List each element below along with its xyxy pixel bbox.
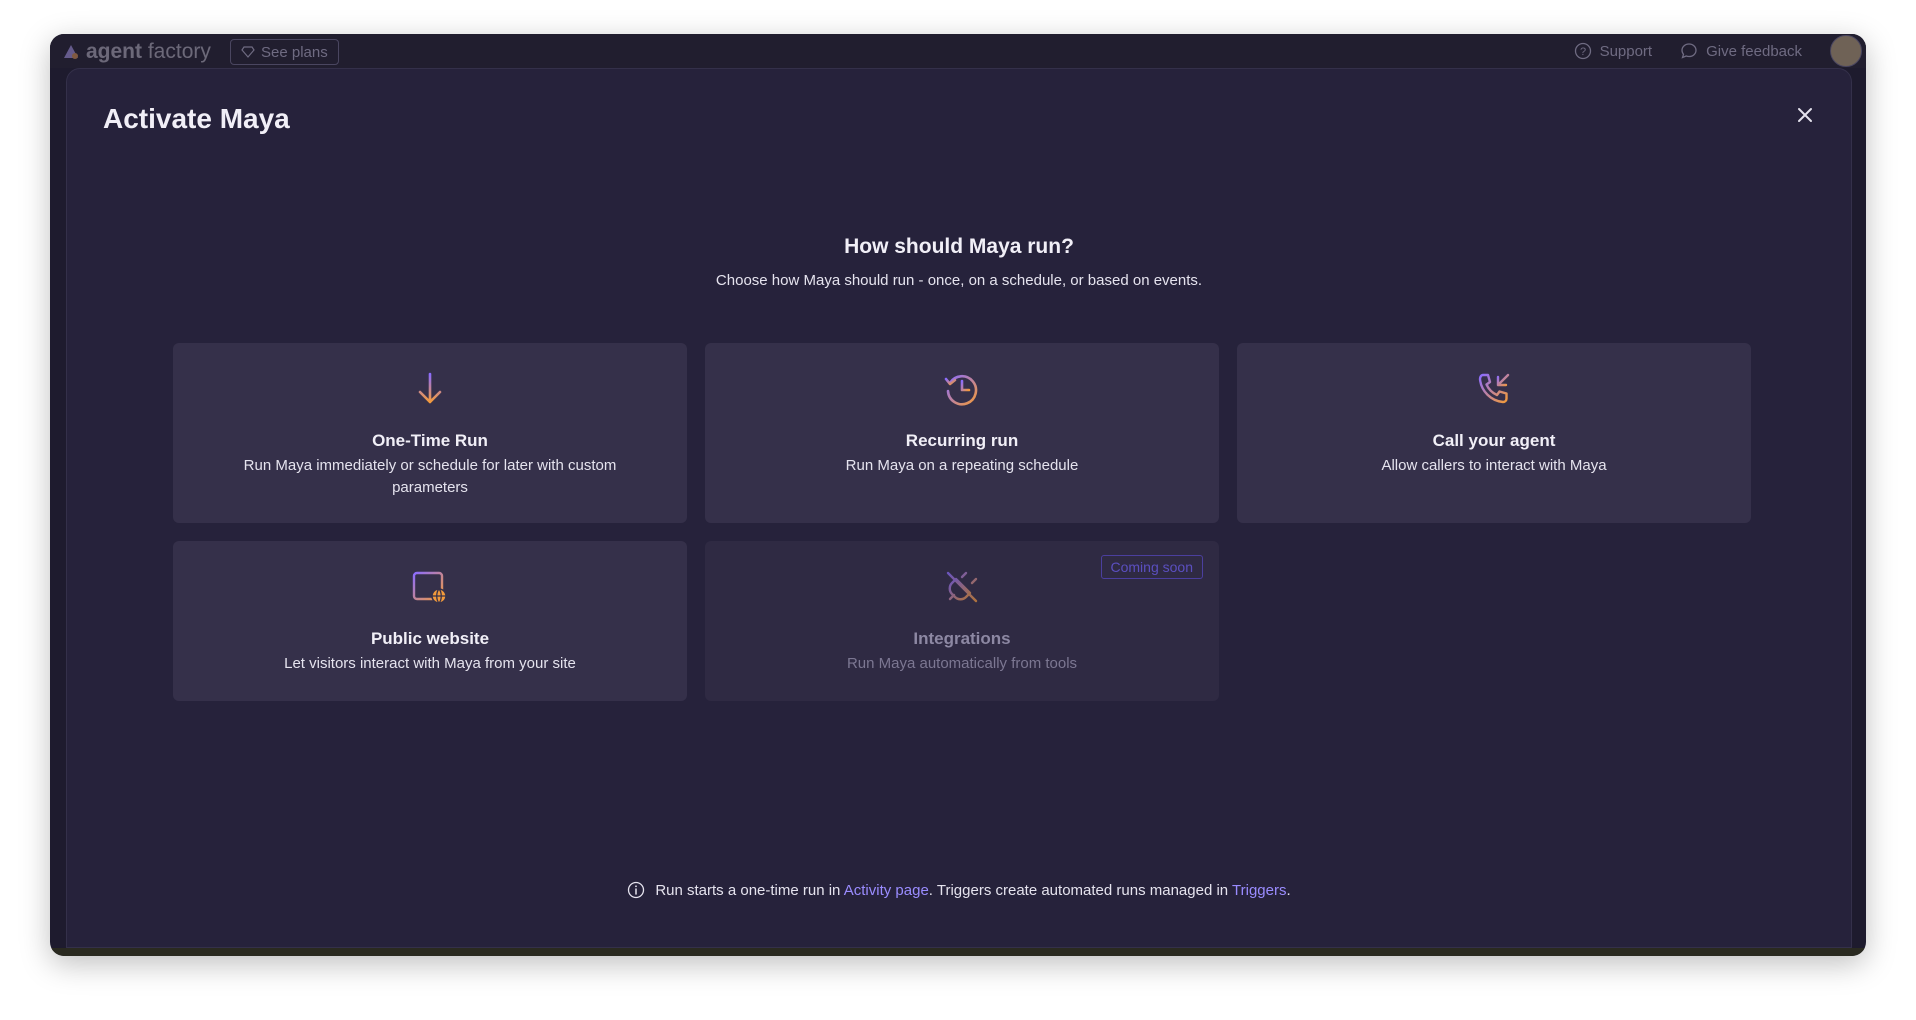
- footer-text: Run starts a one-time run in Activity pa…: [655, 882, 1290, 899]
- triggers-link[interactable]: Triggers: [1232, 882, 1286, 899]
- give-feedback-label: Give feedback: [1706, 42, 1802, 60]
- svg-text:?: ?: [1580, 46, 1586, 58]
- card-description: Run Maya on a repeating schedule: [845, 457, 1079, 474]
- activity-page-link[interactable]: Activity page: [844, 882, 929, 899]
- info-icon: [628, 881, 645, 899]
- logo-icon: [64, 45, 78, 59]
- phone-incoming-icon: [1478, 373, 1510, 404]
- card-description: Run Maya automatically from tools: [846, 655, 1078, 672]
- plug-off-icon: [946, 571, 978, 603]
- background-strip: [50, 948, 1866, 956]
- arrow-down-icon: [418, 372, 442, 404]
- diamond-icon: [241, 46, 255, 58]
- activate-modal: Activate Maya How should Maya run? Choos…: [66, 68, 1852, 948]
- card-description: Let visitors interact with Maya from you…: [284, 655, 576, 672]
- integrations-card: Coming soon Integrations Run Maya automa…: [705, 541, 1219, 701]
- footer-text-start: Run starts a one-time run in: [655, 881, 844, 899]
- modal-title: Activate Maya: [103, 103, 290, 134]
- support-button[interactable]: ? Support: [1574, 42, 1653, 60]
- website-globe-icon: [412, 571, 447, 604]
- top-right-actions: ? Support Give feedback: [1574, 34, 1866, 68]
- run-question: How should Maya run?: [844, 235, 1074, 258]
- coming-soon-badge: Coming soon: [1100, 555, 1203, 579]
- card-description: Run Maya immediately or schedule for lat…: [243, 457, 617, 496]
- help-circle-icon: ?: [1574, 42, 1591, 60]
- logo-text: agent factory: [86, 40, 211, 63]
- give-feedback-button[interactable]: Give feedback: [1680, 42, 1802, 60]
- recurring-clock-icon: [944, 374, 978, 406]
- public-website-card[interactable]: Public website Let visitors interact wit…: [173, 541, 687, 701]
- top-bar: agent factory See plans ? Support Give f…: [50, 34, 1866, 68]
- card-title: Call your agent: [1432, 431, 1556, 450]
- card-title: One-Time Run: [372, 431, 488, 450]
- see-plans-button[interactable]: See plans: [230, 39, 339, 65]
- footer-text-end: .: [1286, 881, 1291, 899]
- footer-text-middle: . Triggers create automated runs managed…: [928, 881, 1233, 899]
- recurring-run-card[interactable]: Recurring run Run Maya on a repeating sc…: [705, 343, 1219, 523]
- close-icon[interactable]: [1793, 103, 1817, 127]
- call-your-agent-card[interactable]: Call your agent Allow callers to interac…: [1237, 343, 1751, 523]
- card-title: Integrations: [913, 629, 1011, 648]
- support-label: Support: [1599, 42, 1653, 60]
- card-title: Recurring run: [905, 431, 1019, 450]
- card-title: Public website: [370, 629, 490, 648]
- footer-note: Run starts a one-time run in Activity pa…: [67, 881, 1851, 899]
- see-plans-label: See plans: [261, 43, 328, 61]
- app-logo[interactable]: agent factory: [62, 40, 211, 64]
- user-avatar[interactable]: [1830, 35, 1862, 67]
- card-description: Allow callers to interact with Maya: [1381, 457, 1607, 474]
- app-window: agent factory See plans ? Support Give f…: [50, 34, 1866, 956]
- one-time-run-card[interactable]: One-Time Run Run Maya immediately or sch…: [173, 343, 687, 523]
- chat-bubble-icon: [1681, 43, 1697, 59]
- run-question-subtitle: Choose how Maya should run - once, on a …: [715, 272, 1203, 289]
